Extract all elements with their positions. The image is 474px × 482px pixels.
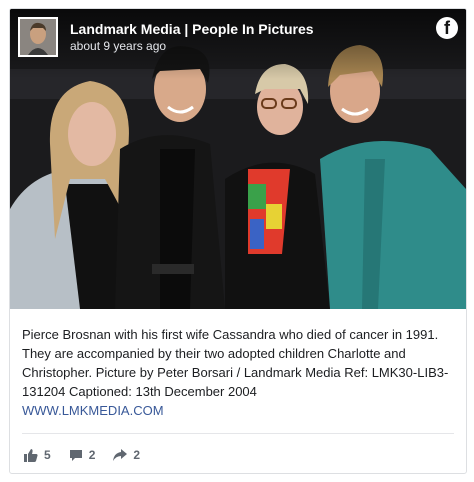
facebook-logo-icon[interactable]: f	[436, 17, 458, 39]
actions-divider	[22, 433, 454, 434]
like-count: 5	[44, 448, 51, 462]
facebook-post-card: Landmark Media | People In Pictures abou…	[9, 8, 467, 474]
comment-bubble-icon	[69, 449, 82, 461]
comment-action[interactable]: 2	[69, 448, 96, 462]
post-timestamp[interactable]: about 9 years ago	[70, 39, 314, 54]
page-avatar[interactable]	[18, 17, 58, 57]
post-photo[interactable]: Landmark Media | People In Pictures abou…	[10, 9, 466, 309]
post-actions-bar: 5 2 2	[24, 445, 158, 465]
comment-count: 2	[88, 448, 96, 462]
page-meta: Landmark Media | People In Pictures abou…	[70, 21, 314, 54]
share-action[interactable]: 2	[113, 448, 140, 462]
page-name-link[interactable]: Landmark Media | People In Pictures	[70, 21, 314, 38]
like-action[interactable]: 5	[24, 448, 51, 462]
share-arrow-icon	[113, 449, 128, 461]
avatar-portrait-icon	[20, 19, 56, 55]
post-header: Landmark Media | People In Pictures abou…	[18, 16, 458, 58]
caption-website-link[interactable]: WWW.LMKMEDIA.COM	[22, 401, 454, 420]
share-count: 2	[133, 448, 141, 462]
caption-text: Pierce Brosnan with his first wife Cassa…	[22, 327, 449, 399]
post-caption: Pierce Brosnan with his first wife Cassa…	[22, 325, 454, 420]
thumbs-up-icon	[24, 449, 38, 462]
